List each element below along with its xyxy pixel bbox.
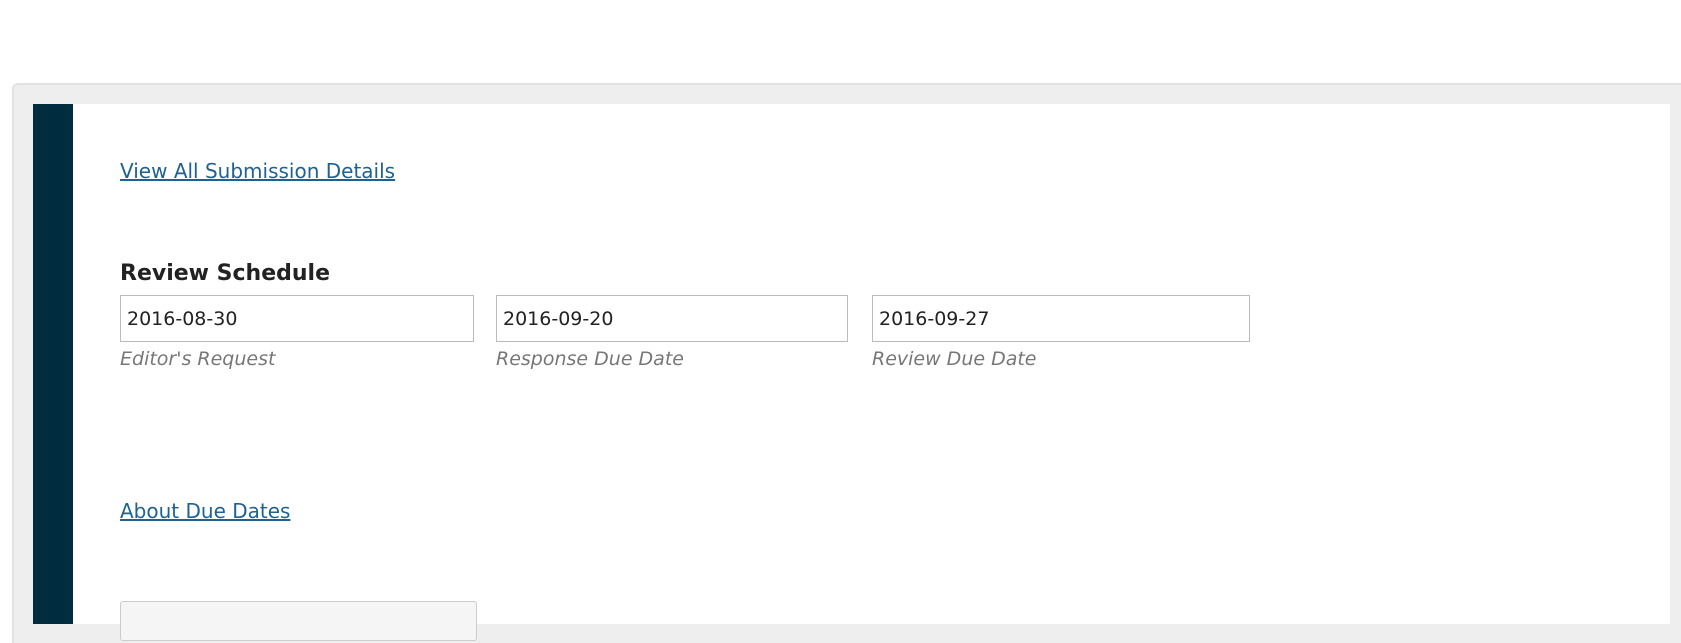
editors-request-input[interactable] bbox=[120, 295, 474, 342]
response-due-date-field: Response Due Date bbox=[496, 295, 848, 370]
review-schedule-title: Review Schedule bbox=[120, 261, 330, 286]
response-due-date-label: Response Due Date bbox=[496, 348, 684, 370]
editors-request-field: Editor's Request bbox=[120, 295, 474, 370]
about-due-dates-link[interactable]: About Due Dates bbox=[120, 499, 290, 523]
review-due-date-input[interactable] bbox=[872, 295, 1250, 342]
review-content-panel: View All Submission Details Review Sched… bbox=[73, 104, 1670, 641]
review-due-date-field: Review Due Date bbox=[872, 295, 1250, 370]
response-due-date-input[interactable] bbox=[496, 295, 848, 342]
review-due-date-label: Review Due Date bbox=[872, 348, 1037, 370]
partially-visible-button[interactable] bbox=[120, 601, 477, 641]
sidebar-accent-bar bbox=[33, 104, 73, 624]
editors-request-label: Editor's Request bbox=[120, 348, 276, 370]
view-all-submission-details-link[interactable]: View All Submission Details bbox=[120, 159, 395, 183]
